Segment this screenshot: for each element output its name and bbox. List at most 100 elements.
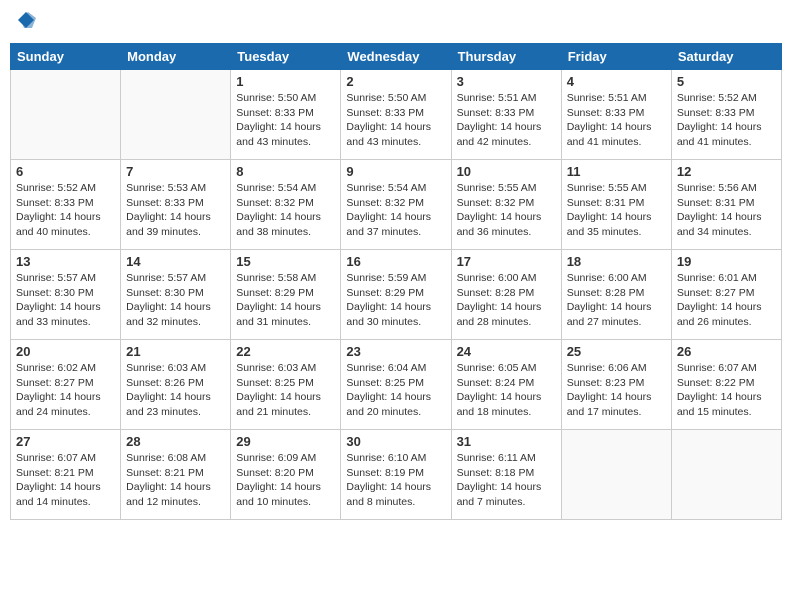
day-info: Sunrise: 6:07 AMSunset: 8:22 PMDaylight:…	[677, 361, 776, 420]
day-info: Sunrise: 6:07 AMSunset: 8:21 PMDaylight:…	[16, 451, 115, 510]
day-number: 31	[457, 434, 556, 449]
day-info: Sunrise: 6:05 AMSunset: 8:24 PMDaylight:…	[457, 361, 556, 420]
calendar-cell: 3 Sunrise: 5:51 AMSunset: 8:33 PMDaylight…	[451, 70, 561, 160]
calendar-cell	[671, 430, 781, 520]
day-of-week-header: Sunday	[11, 44, 121, 70]
day-info: Sunrise: 5:52 AMSunset: 8:33 PMDaylight:…	[16, 181, 115, 240]
day-number: 30	[346, 434, 445, 449]
day-number: 8	[236, 164, 335, 179]
day-number: 6	[16, 164, 115, 179]
day-number: 3	[457, 74, 556, 89]
calendar-cell: 27 Sunrise: 6:07 AMSunset: 8:21 PMDayligh…	[11, 430, 121, 520]
calendar-cell: 28 Sunrise: 6:08 AMSunset: 8:21 PMDayligh…	[121, 430, 231, 520]
day-of-week-header: Monday	[121, 44, 231, 70]
day-info: Sunrise: 6:03 AMSunset: 8:25 PMDaylight:…	[236, 361, 335, 420]
day-number: 17	[457, 254, 556, 269]
day-info: Sunrise: 6:04 AMSunset: 8:25 PMDaylight:…	[346, 361, 445, 420]
day-number: 4	[567, 74, 666, 89]
calendar-cell: 22 Sunrise: 6:03 AMSunset: 8:25 PMDayligh…	[231, 340, 341, 430]
day-info: Sunrise: 6:03 AMSunset: 8:26 PMDaylight:…	[126, 361, 225, 420]
day-info: Sunrise: 5:55 AMSunset: 8:32 PMDaylight:…	[457, 181, 556, 240]
day-of-week-header: Saturday	[671, 44, 781, 70]
day-number: 21	[126, 344, 225, 359]
day-number: 23	[346, 344, 445, 359]
day-info: Sunrise: 5:56 AMSunset: 8:31 PMDaylight:…	[677, 181, 776, 240]
calendar-cell: 2 Sunrise: 5:50 AMSunset: 8:33 PMDaylight…	[341, 70, 451, 160]
day-info: Sunrise: 5:54 AMSunset: 8:32 PMDaylight:…	[346, 181, 445, 240]
calendar-cell: 31 Sunrise: 6:11 AMSunset: 8:18 PMDayligh…	[451, 430, 561, 520]
calendar-cell	[561, 430, 671, 520]
day-number: 18	[567, 254, 666, 269]
day-info: Sunrise: 6:06 AMSunset: 8:23 PMDaylight:…	[567, 361, 666, 420]
calendar-cell: 7Sunrise: 5:53 AMSunset: 8:33 PMDaylight…	[121, 160, 231, 250]
calendar-cell: 17 Sunrise: 6:00 AMSunset: 8:28 PMDayligh…	[451, 250, 561, 340]
day-number: 5	[677, 74, 776, 89]
day-info: Sunrise: 6:01 AMSunset: 8:27 PMDaylight:…	[677, 271, 776, 330]
day-info: Sunrise: 5:55 AMSunset: 8:31 PMDaylight:…	[567, 181, 666, 240]
day-number: 11	[567, 164, 666, 179]
day-info: Sunrise: 6:02 AMSunset: 8:27 PMDaylight:…	[16, 361, 115, 420]
day-number: 12	[677, 164, 776, 179]
calendar-cell: 13 Sunrise: 5:57 AMSunset: 8:30 PMDayligh…	[11, 250, 121, 340]
calendar-cell	[11, 70, 121, 160]
day-info: Sunrise: 6:00 AMSunset: 8:28 PMDaylight:…	[457, 271, 556, 330]
day-number: 24	[457, 344, 556, 359]
day-of-week-header: Thursday	[451, 44, 561, 70]
day-number: 29	[236, 434, 335, 449]
calendar-cell: 10 Sunrise: 5:55 AMSunset: 8:32 PMDayligh…	[451, 160, 561, 250]
logo-icon	[16, 10, 36, 30]
day-number: 1	[236, 74, 335, 89]
calendar-cell: 9 Sunrise: 5:54 AMSunset: 8:32 PMDaylight…	[341, 160, 451, 250]
day-info: Sunrise: 5:50 AMSunset: 8:33 PMDaylight:…	[346, 91, 445, 150]
day-number: 13	[16, 254, 115, 269]
day-number: 10	[457, 164, 556, 179]
day-info: Sunrise: 5:51 AMSunset: 8:33 PMDaylight:…	[567, 91, 666, 150]
calendar-cell: 20 Sunrise: 6:02 AMSunset: 8:27 PMDayligh…	[11, 340, 121, 430]
day-info: Sunrise: 5:57 AMSunset: 8:30 PMDaylight:…	[126, 271, 225, 330]
page-header	[10, 10, 782, 35]
day-number: 22	[236, 344, 335, 359]
day-info: Sunrise: 6:00 AMSunset: 8:28 PMDaylight:…	[567, 271, 666, 330]
day-info: Sunrise: 5:57 AMSunset: 8:30 PMDaylight:…	[16, 271, 115, 330]
day-number: 16	[346, 254, 445, 269]
day-info: Sunrise: 6:08 AMSunset: 8:21 PMDaylight:…	[126, 451, 225, 510]
calendar-cell: 18 Sunrise: 6:00 AMSunset: 8:28 PMDayligh…	[561, 250, 671, 340]
logo	[14, 10, 36, 35]
day-info: Sunrise: 5:50 AMSunset: 8:33 PMDaylight:…	[236, 91, 335, 150]
day-of-week-header: Tuesday	[231, 44, 341, 70]
day-info: Sunrise: 5:52 AMSunset: 8:33 PMDaylight:…	[677, 91, 776, 150]
calendar-cell: 16Sunrise: 5:59 AMSunset: 8:29 PMDayligh…	[341, 250, 451, 340]
logo-text	[14, 10, 36, 35]
calendar-cell: 19 Sunrise: 6:01 AMSunset: 8:27 PMDayligh…	[671, 250, 781, 340]
day-number: 26	[677, 344, 776, 359]
day-info: Sunrise: 5:51 AMSunset: 8:33 PMDaylight:…	[457, 91, 556, 150]
day-info: Sunrise: 6:09 AMSunset: 8:20 PMDaylight:…	[236, 451, 335, 510]
calendar-cell: 30 Sunrise: 6:10 AMSunset: 8:19 PMDayligh…	[341, 430, 451, 520]
calendar-cell: 5 Sunrise: 5:52 AMSunset: 8:33 PMDaylight…	[671, 70, 781, 160]
calendar-cell: 12 Sunrise: 5:56 AMSunset: 8:31 PMDayligh…	[671, 160, 781, 250]
day-of-week-header: Wednesday	[341, 44, 451, 70]
calendar-cell: 8 Sunrise: 5:54 AMSunset: 8:32 PMDaylight…	[231, 160, 341, 250]
day-number: 25	[567, 344, 666, 359]
calendar-cell: 24 Sunrise: 6:05 AMSunset: 8:24 PMDayligh…	[451, 340, 561, 430]
calendar-cell: 15Sunrise: 5:58 AMSunset: 8:29 PMDayligh…	[231, 250, 341, 340]
day-number: 9	[346, 164, 445, 179]
day-number: 2	[346, 74, 445, 89]
calendar-cell: 4 Sunrise: 5:51 AMSunset: 8:33 PMDaylight…	[561, 70, 671, 160]
day-number: 28	[126, 434, 225, 449]
day-info: Sunrise: 5:54 AMSunset: 8:32 PMDaylight:…	[236, 181, 335, 240]
calendar-cell: 29 Sunrise: 6:09 AMSunset: 8:20 PMDayligh…	[231, 430, 341, 520]
day-number: 14	[126, 254, 225, 269]
day-number: 27	[16, 434, 115, 449]
day-info: Sunrise: 5:58 AMSunset: 8:29 PMDaylight:…	[236, 271, 335, 330]
day-number: 20	[16, 344, 115, 359]
calendar-cell	[121, 70, 231, 160]
day-of-week-header: Friday	[561, 44, 671, 70]
calendar-cell: 23 Sunrise: 6:04 AMSunset: 8:25 PMDayligh…	[341, 340, 451, 430]
calendar-cell: 1 Sunrise: 5:50 AMSunset: 8:33 PMDaylight…	[231, 70, 341, 160]
day-number: 7	[126, 164, 225, 179]
day-number: 19	[677, 254, 776, 269]
calendar-cell: 11 Sunrise: 5:55 AMSunset: 8:31 PMDayligh…	[561, 160, 671, 250]
day-info: Sunrise: 6:11 AMSunset: 8:18 PMDaylight:…	[457, 451, 556, 510]
day-info: Sunrise: 6:10 AMSunset: 8:19 PMDaylight:…	[346, 451, 445, 510]
